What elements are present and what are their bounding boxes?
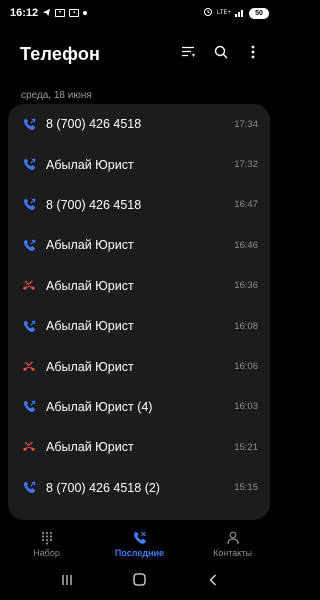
caller-name: 8 (700) 426 4518: [46, 197, 142, 212]
search-icon: [214, 45, 228, 64]
call-log-row[interactable]: Абылай Юрист (4) 16:03: [8, 387, 270, 427]
tab-label: Последние: [114, 547, 165, 558]
outgoing-call-icon: [22, 319, 36, 333]
caller-name: Абылай Юрист: [46, 157, 134, 172]
outgoing-call-icon: [22, 198, 36, 212]
caller-name: Абылай Юрист: [46, 319, 134, 334]
system-navigation-bar: [0, 568, 279, 596]
status-time: 16:12: [10, 7, 39, 19]
missed-call-icon: [22, 279, 36, 293]
call-log-row[interactable]: 8 (700) 426 4518 17:34: [8, 104, 270, 144]
network-type-label: LTE+: [216, 10, 231, 16]
recent-apps-button[interactable]: [57, 572, 77, 592]
tab-dialpad[interactable]: Набор: [7, 531, 87, 558]
tab-contacts[interactable]: Контакты: [193, 531, 273, 558]
image-notification-icon: ▪: [69, 9, 80, 17]
missed-call-icon: [22, 440, 36, 454]
caller-name: Абылай Юрист: [46, 359, 134, 374]
bottom-navigation: Набор Последние Контакты: [0, 524, 279, 564]
more-options-button[interactable]: [245, 45, 261, 64]
call-time: 15:15: [234, 482, 258, 494]
outgoing-call-icon: [22, 117, 36, 131]
call-log-row[interactable]: 8 (700) 426 4518 (2) 15:15: [8, 468, 270, 508]
caller-name: Абылай Юрист (4): [46, 399, 153, 414]
dialpad-icon: [41, 531, 53, 545]
call-log-row[interactable]: Абылай Юрист 17:32: [8, 144, 270, 184]
tab-label: Контакты: [213, 547, 252, 558]
home-button[interactable]: [130, 572, 150, 592]
more-notifications-dot-icon: [83, 11, 88, 15]
caller-name: 8 (700) 426 4518: [46, 117, 142, 132]
call-time: 16:06: [234, 361, 258, 373]
call-time: 17:34: [234, 118, 258, 130]
battery-icon: 50: [249, 7, 269, 19]
page-title: Телефон: [20, 43, 101, 64]
home-icon: [133, 573, 146, 591]
caller-name: Абылай Юрист: [46, 440, 134, 455]
call-log-row[interactable]: Абылай Юрист 15:21: [8, 427, 270, 467]
search-button[interactable]: [213, 45, 229, 64]
date-group-header: среда, 18 июня: [21, 90, 92, 101]
alarm-icon: [203, 7, 213, 19]
tab-recents[interactable]: Последние: [100, 531, 180, 558]
app-header: Телефон: [0, 36, 279, 72]
contacts-icon: [226, 531, 239, 545]
recent-apps-icon: [61, 573, 73, 591]
back-button[interactable]: [203, 572, 223, 592]
call-time: 17:32: [234, 159, 258, 171]
call-time: 16:03: [234, 401, 258, 413]
more-vertical-icon: [251, 45, 255, 64]
call-log-row[interactable]: Абылай Юрист 16:36: [8, 266, 270, 306]
telegram-notification-icon: [42, 8, 51, 19]
caller-name: 8 (700) 426 4518 (2): [46, 480, 160, 495]
recents-icon: [133, 531, 147, 545]
call-log-list: 8 (700) 426 4518 17:34 Абылай Юрист 17:3…: [8, 104, 270, 520]
filter-button[interactable]: [181, 46, 197, 62]
filter-icon: [182, 45, 196, 63]
call-time: 16:36: [234, 280, 258, 292]
caller-name: Абылай Юрист: [46, 238, 134, 253]
caller-name: Абылай Юрист: [46, 278, 134, 293]
call-time: 16:46: [234, 239, 258, 251]
outgoing-call-icon: [22, 238, 36, 252]
call-time: 16:08: [234, 320, 258, 332]
call-log-row[interactable]: Абылай Юрист 16:08: [8, 306, 270, 346]
notification-box-icon: •: [55, 9, 66, 17]
back-chevron-icon: [209, 573, 217, 591]
signal-icon: [235, 8, 245, 19]
outgoing-call-icon: [22, 481, 36, 495]
outgoing-call-icon: [22, 158, 36, 172]
call-log-row[interactable]: 8 (700) 426 4518 16:47: [8, 185, 270, 225]
outgoing-call-icon: [22, 400, 36, 414]
call-log-row[interactable]: Абылай Юрист 16:06: [8, 346, 270, 386]
call-time: 15:21: [234, 441, 258, 453]
missed-call-icon: [22, 360, 36, 374]
tab-label: Набор: [33, 547, 60, 558]
status-bar: 16:12 • ▪ LTE+ 50: [0, 0, 279, 26]
call-log-row[interactable]: Абылай Юрист 16:46: [8, 225, 270, 265]
call-time: 16:47: [234, 199, 258, 211]
